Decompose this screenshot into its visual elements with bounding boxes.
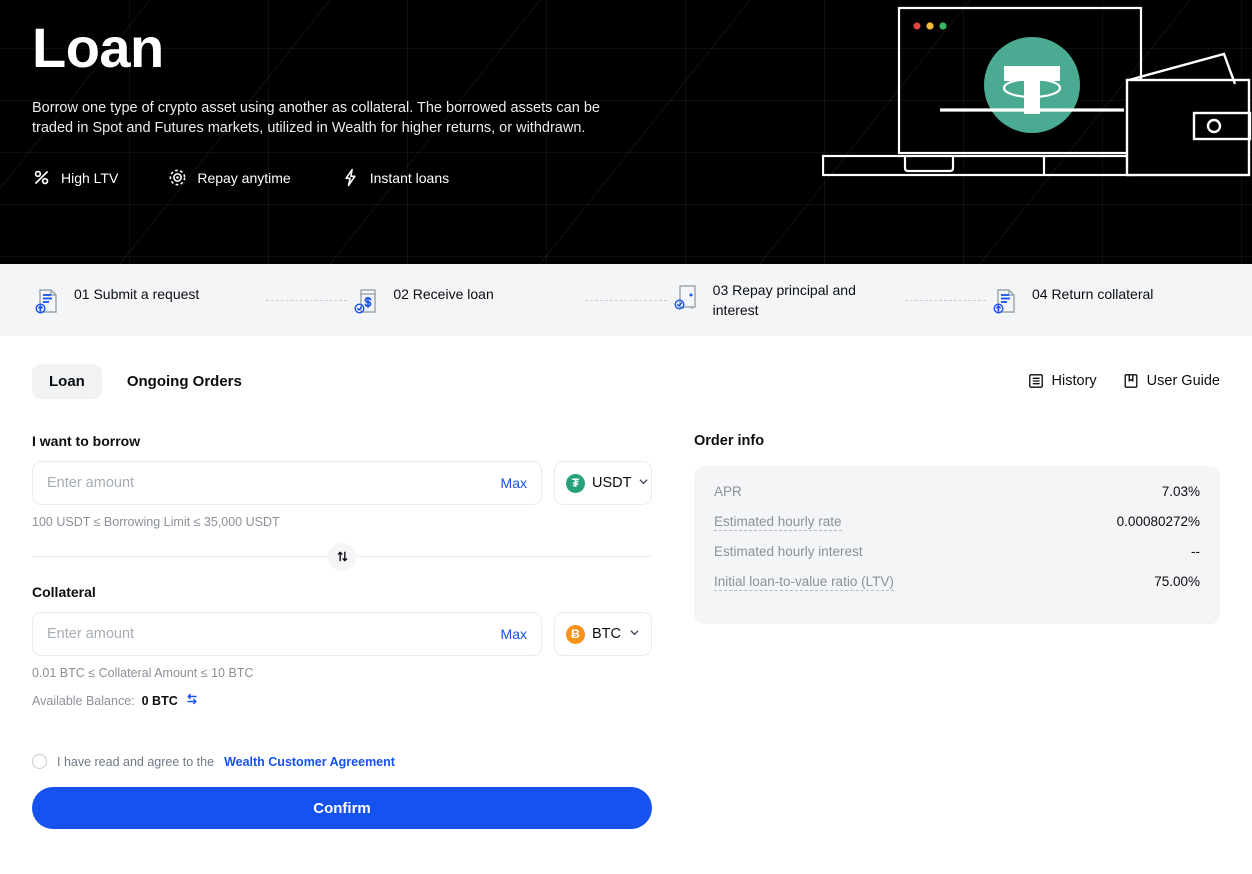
step-03-repay-principal: 03 Repay principal and interest [671,280,901,320]
order-key[interactable]: Estimated hourly rate [714,514,842,531]
document-upload-icon [990,286,1020,316]
step-label: 03 Repay principal and interest [712,282,856,318]
available-balance-label: Available Balance: [32,693,135,708]
order-key: APR [714,484,742,499]
step-01-submit-request: 01 Submit a request [32,284,262,316]
order-info-title: Order info [694,433,765,449]
borrow-limit-hint: 100 USDT ≤ Borrowing Limit ≤ 35,000 USDT [32,515,280,529]
available-balance-row: Available Balance: 0 BTC [32,692,652,709]
order-info-panel: Order info APR 7.03% Estimated hourly ra… [694,433,1220,829]
agreement-checkbox[interactable] [32,754,47,769]
order-info-card: APR 7.03% Estimated hourly rate 0.000802… [694,466,1220,624]
header-actions: History User Guide [1028,373,1220,389]
step-label: 04 Return collateral [1031,286,1154,302]
swap-button[interactable] [328,542,356,571]
borrow-token-name: USDT [592,475,632,491]
collateral-amount-box[interactable]: Max [32,612,542,656]
collateral-token-selector[interactable]: Ƀ BTC [554,612,652,656]
tab-loan[interactable]: Loan [32,363,102,399]
form-divider [32,542,652,571]
available-balance-value: 0 BTC [141,693,178,708]
order-value: 7.03% [1161,484,1200,499]
collateral-field-row: Max Ƀ BTC [32,612,652,656]
hero-banner: Loan Borrow one type of crypto asset usi… [0,0,1252,264]
borrow-field-row: Max ₮ USDT [32,461,652,505]
page-title: Loan [32,16,164,79]
order-row-hourly-rate: Estimated hourly rate 0.00080272% [714,514,1200,544]
tabs-row: Loan Ongoing Orders History User Guide [32,351,1220,411]
feature-label: Repay anytime [197,169,291,186]
content-columns: I want to borrow Max ₮ USDT 100 USDT ≤ B [32,433,1220,829]
chevron-down-icon [629,625,640,643]
borrow-section-label: I want to borrow [32,433,141,449]
feature-instant-loans: Instant loans [341,168,449,187]
order-key: Estimated hourly interest [714,544,863,559]
step-connector [266,299,348,301]
collateral-limit-hint: 0.01 BTC ≤ Collateral Amount ≤ 10 BTC [32,666,254,680]
order-row-initial-ltv: Initial loan-to-value ratio (LTV) 75.00% [714,574,1200,604]
hero-illustration [822,0,1252,190]
step-label: 02 Receive loan [393,286,494,302]
lightning-icon [341,168,360,187]
transfer-icon[interactable] [185,692,199,709]
repay-check-icon [671,282,701,312]
borrow-amount-input[interactable] [47,475,491,491]
feature-high-ltv: High LTV [32,168,118,187]
main-content: Loan Ongoing Orders History User Guide I… [0,351,1252,829]
borrow-token-selector[interactable]: ₮ USDT [554,461,652,505]
step-connector [585,299,667,301]
agreement-text: I have read and agree to the [57,754,215,769]
order-row-apr: APR 7.03% [714,484,1200,514]
borrow-max-button[interactable]: Max [491,475,527,491]
hero-description: Borrow one type of crypto asset using an… [32,100,600,136]
collateral-token-name: BTC [592,626,621,642]
tab-list: Loan Ongoing Orders [32,363,259,399]
btc-coin-icon: Ƀ [566,624,585,644]
order-value: -- [1191,544,1200,559]
chevron-down-icon [638,474,649,492]
percent-icon [32,168,51,187]
receipt-dollar-icon [351,286,381,316]
loan-form: I want to borrow Max ₮ USDT 100 USDT ≤ B [32,433,652,829]
step-label: 01 Submit a request [74,286,200,302]
order-row-hourly-interest: Estimated hourly interest -- [714,544,1200,574]
step-connector [904,299,986,301]
swap-vertical-icon [337,551,347,562]
usdt-coin-icon: ₮ [566,473,585,493]
collateral-section-label: Collateral [32,584,96,600]
collateral-amount-input[interactable] [47,626,491,642]
feature-label: Instant loans [369,169,450,186]
steps-bar: 01 Submit a request 02 Receive loan 03 R… [0,264,1252,336]
order-value: 0.00080272% [1116,514,1200,529]
borrow-amount-box[interactable]: Max [32,461,542,505]
user-guide-button[interactable]: User Guide [1123,373,1220,389]
history-button[interactable]: History [1028,373,1097,389]
history-icon [1028,373,1044,389]
order-key[interactable]: Initial loan-to-value ratio (LTV) [714,574,894,591]
step-02-receive-loan: 02 Receive loan [351,284,581,316]
clock-target-icon [168,168,187,187]
feature-repay-anytime: Repay anytime [168,168,291,187]
step-04-return-collateral: 04 Return collateral [990,284,1220,316]
hero-feature-list: High LTV Repay anytime Instant loans [32,168,732,187]
user-guide-label: User Guide [1146,373,1220,389]
order-value: 75.00% [1154,574,1200,589]
confirm-button[interactable]: Confirm [32,787,652,829]
feature-label: High LTV [61,169,119,186]
book-icon [1123,373,1139,389]
collateral-max-button[interactable]: Max [491,626,527,642]
tab-ongoing-orders[interactable]: Ongoing Orders [110,364,259,399]
document-upload-icon [32,286,62,316]
history-label: History [1051,373,1097,389]
wealth-customer-agreement-link[interactable]: Wealth Customer Agreement [224,755,395,769]
agreement-row: I have read and agree to the Wealth Cust… [32,754,652,769]
